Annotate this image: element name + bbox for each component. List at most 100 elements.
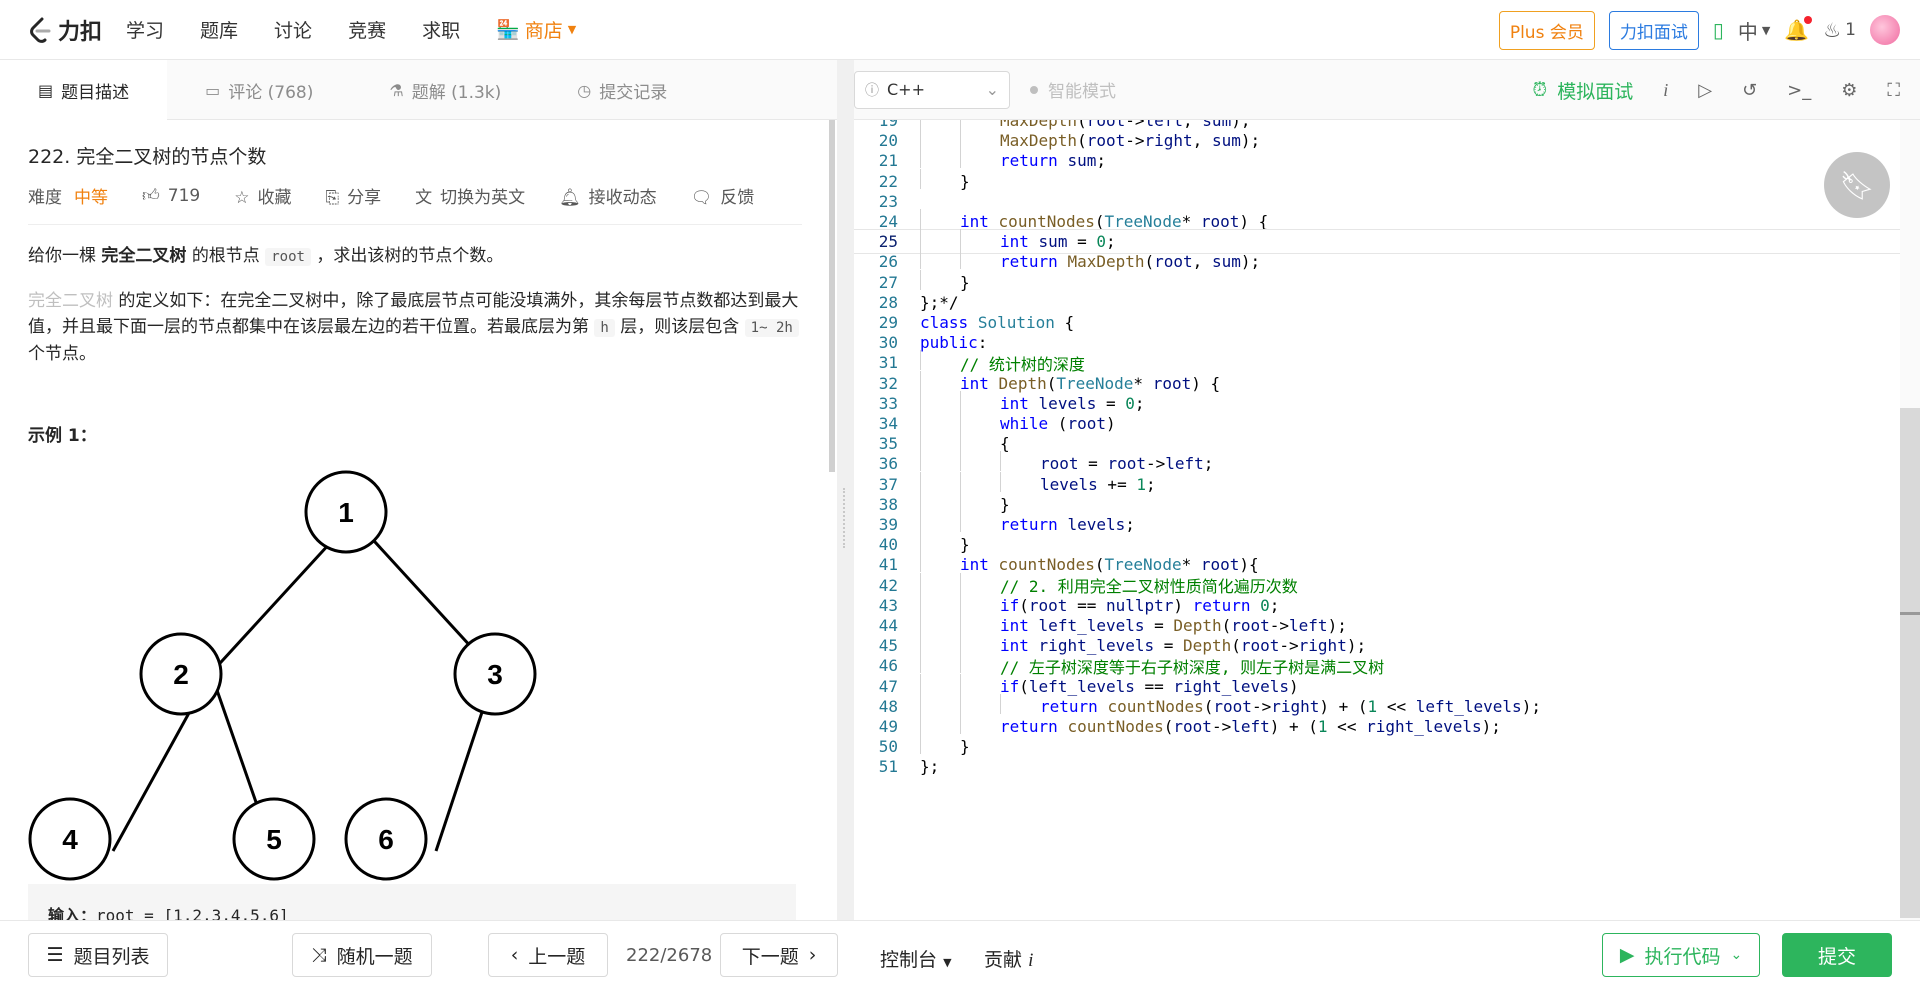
contribute-button[interactable]: 贡献 i bbox=[984, 945, 1033, 972]
mobile-icon[interactable]: ▯ bbox=[1713, 18, 1724, 42]
definition-link[interactable]: 完全二叉树 bbox=[28, 291, 113, 311]
submit-button[interactable]: 提交 bbox=[1782, 933, 1892, 977]
tab-label: 题解 (1.3k) bbox=[411, 82, 502, 103]
line-number: 38 bbox=[878, 494, 898, 514]
code-text: public: bbox=[920, 333, 988, 353]
chevron-down-icon: ⌄ bbox=[985, 80, 999, 99]
problem-paragraph-1: 给你一棵 完全二叉树 的根节点 root ，求出该树的节点个数。 bbox=[28, 243, 802, 270]
description-scrollbar[interactable] bbox=[829, 120, 837, 920]
problem-pager: 222/2678 bbox=[626, 945, 713, 966]
share-label: 分享 bbox=[347, 188, 382, 208]
indent-guide bbox=[920, 673, 921, 694]
mock-interview-button[interactable]: ⏰︎ 模拟面试 bbox=[1532, 77, 1633, 104]
feedback-button[interactable]: 🗨︎ 反馈 bbox=[691, 183, 755, 208]
translate-icon: 文 bbox=[415, 188, 433, 208]
line-number: 24 bbox=[878, 212, 898, 231]
next-label: 下一题 bbox=[741, 945, 799, 968]
indent-guide bbox=[960, 148, 961, 169]
problem-list-button[interactable]: ☰ 题目列表 bbox=[28, 933, 168, 977]
nav-item-problems[interactable]: 题库 bbox=[200, 16, 238, 43]
terminal-icon[interactable]: >_ bbox=[1787, 80, 1811, 101]
code-text: if(root == nullptr) return 0; bbox=[1000, 595, 1280, 615]
plus-member-button[interactable]: Plus 会员 bbox=[1498, 10, 1595, 50]
code-text: int right_levels = Depth(root->right); bbox=[1000, 636, 1367, 656]
fullscreen-icon[interactable]: ⛶ bbox=[1887, 80, 1900, 101]
line-number: 36 bbox=[878, 454, 898, 474]
bottom-bar: ☰ 题目列表 ⤨ 随机一题 ‹ 上一题 222/2678 下一题 › 控制台 ▼ 贡献 … bbox=[0, 920, 1920, 992]
input-label: 输入： bbox=[48, 906, 97, 920]
indent-guide bbox=[1000, 451, 1001, 472]
tab-description[interactable]: ▤ 题目描述 bbox=[0, 60, 168, 120]
language-switch[interactable]: 中 ▼ bbox=[1738, 16, 1770, 45]
smart-mode-toggle[interactable]: 智能模式 bbox=[1030, 77, 1116, 102]
scrollbar-thumb[interactable] bbox=[1900, 408, 1920, 918]
subscribe-button[interactable]: 🔔︎ 接收动态 bbox=[559, 183, 657, 208]
interview-button[interactable]: 力扣面试 bbox=[1608, 10, 1699, 50]
avatar[interactable] bbox=[1870, 15, 1900, 45]
prev-problem-button[interactable]: ‹ 上一题 bbox=[488, 933, 608, 977]
indent-guide bbox=[920, 128, 921, 149]
code-line[interactable]: 51}; bbox=[854, 754, 1904, 779]
line-number: 50 bbox=[878, 737, 898, 757]
streak-indicator[interactable]: ♨ 1 bbox=[1823, 18, 1856, 42]
info-icon[interactable]: i bbox=[1663, 80, 1668, 101]
text: ，求出该树的节点个数。 bbox=[316, 246, 504, 266]
indent-guide bbox=[960, 572, 961, 593]
run-code-button[interactable]: ▶ 执行代码 ⌄ bbox=[1602, 933, 1760, 977]
indent-guide bbox=[920, 532, 921, 553]
scrollbar-thumb[interactable] bbox=[829, 120, 835, 472]
play-icon[interactable]: ▷ bbox=[1698, 80, 1712, 101]
indent-guide bbox=[920, 120, 921, 128]
nav-item-contest[interactable]: 竞赛 bbox=[348, 16, 386, 43]
tab-comments[interactable]: ▭ 评论 (768) bbox=[167, 60, 351, 120]
indent-guide bbox=[960, 120, 961, 128]
editor-scrollbar[interactable] bbox=[1900, 120, 1920, 920]
inline-code: h bbox=[594, 319, 615, 337]
tab-solutions[interactable]: ⚗ 题解 (1.3k) bbox=[351, 60, 539, 120]
tree-node-label: 4 bbox=[62, 824, 78, 855]
console-toggle[interactable]: 控制台 ▼ bbox=[880, 945, 952, 972]
share-button[interactable]: ⎘ 分享 bbox=[325, 183, 381, 208]
like-button[interactable]: 👍︎ 719 bbox=[142, 185, 200, 206]
nav-item-learn[interactable]: 学习 bbox=[126, 16, 164, 43]
bell-icon[interactable]: 🔔 bbox=[1784, 16, 1813, 42]
indent-guide bbox=[960, 673, 961, 694]
text: 层，则该层包含 bbox=[620, 317, 740, 337]
line-number: 48 bbox=[878, 696, 898, 716]
language-select[interactable]: ⓘ C++ ⌄ bbox=[854, 70, 1010, 109]
nav-item-discuss[interactable]: 讨论 bbox=[274, 16, 312, 43]
indent-guide bbox=[920, 209, 921, 229]
indent-guide bbox=[920, 572, 921, 593]
indent-guide bbox=[960, 714, 961, 734]
next-problem-button[interactable]: 下一题 › bbox=[720, 933, 838, 977]
logo[interactable]: 力扣 bbox=[28, 14, 102, 46]
thumbs-up-icon: 👍︎ bbox=[142, 186, 160, 206]
line-number: 39 bbox=[878, 515, 898, 534]
indent-guide bbox=[960, 390, 961, 411]
tree-node-label: 6 bbox=[378, 824, 394, 855]
nav-item-jobs[interactable]: 求职 bbox=[422, 16, 460, 43]
problem-tabs: ▤ 题目描述 ▭ 评论 (768) ⚗ 题解 (1.3k) ◷ 提交记录 bbox=[0, 60, 840, 120]
indent-guide bbox=[920, 714, 921, 734]
tab-submissions[interactable]: ◷ 提交记录 bbox=[539, 60, 705, 120]
pane-resizer[interactable] bbox=[837, 60, 854, 920]
language-value: C++ bbox=[887, 80, 925, 99]
code-text: } bbox=[960, 535, 970, 555]
collect-button[interactable]: ☆ 收藏 bbox=[234, 183, 291, 208]
code-text: MaxDepth(root->right, sum); bbox=[1000, 131, 1261, 151]
comment-icon: ▭ bbox=[205, 80, 221, 100]
caret-down-icon: ▼ bbox=[567, 23, 577, 36]
nav-item-shop[interactable]: 🏪 商店 ▼ bbox=[496, 16, 576, 43]
reset-icon[interactable]: ↺ bbox=[1742, 80, 1757, 101]
shuffle-icon: ⤨ bbox=[311, 944, 327, 966]
streak-count: 1 bbox=[1845, 20, 1856, 40]
mock-interview-label: 模拟面试 bbox=[1557, 80, 1634, 103]
star-icon: ☆ bbox=[234, 188, 250, 208]
code-editor[interactable]: 19 MaxDepth(root->left, sum); 20 MaxDepth(r… bbox=[854, 120, 1920, 920]
floating-notes-button[interactable]: 🔖︎ bbox=[1824, 152, 1890, 218]
switch-language-button[interactable]: 文切换为英文 bbox=[415, 183, 525, 208]
random-problem-button[interactable]: ⤨ 随机一题 bbox=[292, 933, 432, 977]
code-text: if(left_levels == right_levels) bbox=[1000, 676, 1299, 696]
main-nav: 学习 题库 讨论 竞赛 求职 🏪 商店 ▼ bbox=[126, 16, 576, 43]
settings-icon[interactable]: ⚙ bbox=[1841, 80, 1857, 101]
